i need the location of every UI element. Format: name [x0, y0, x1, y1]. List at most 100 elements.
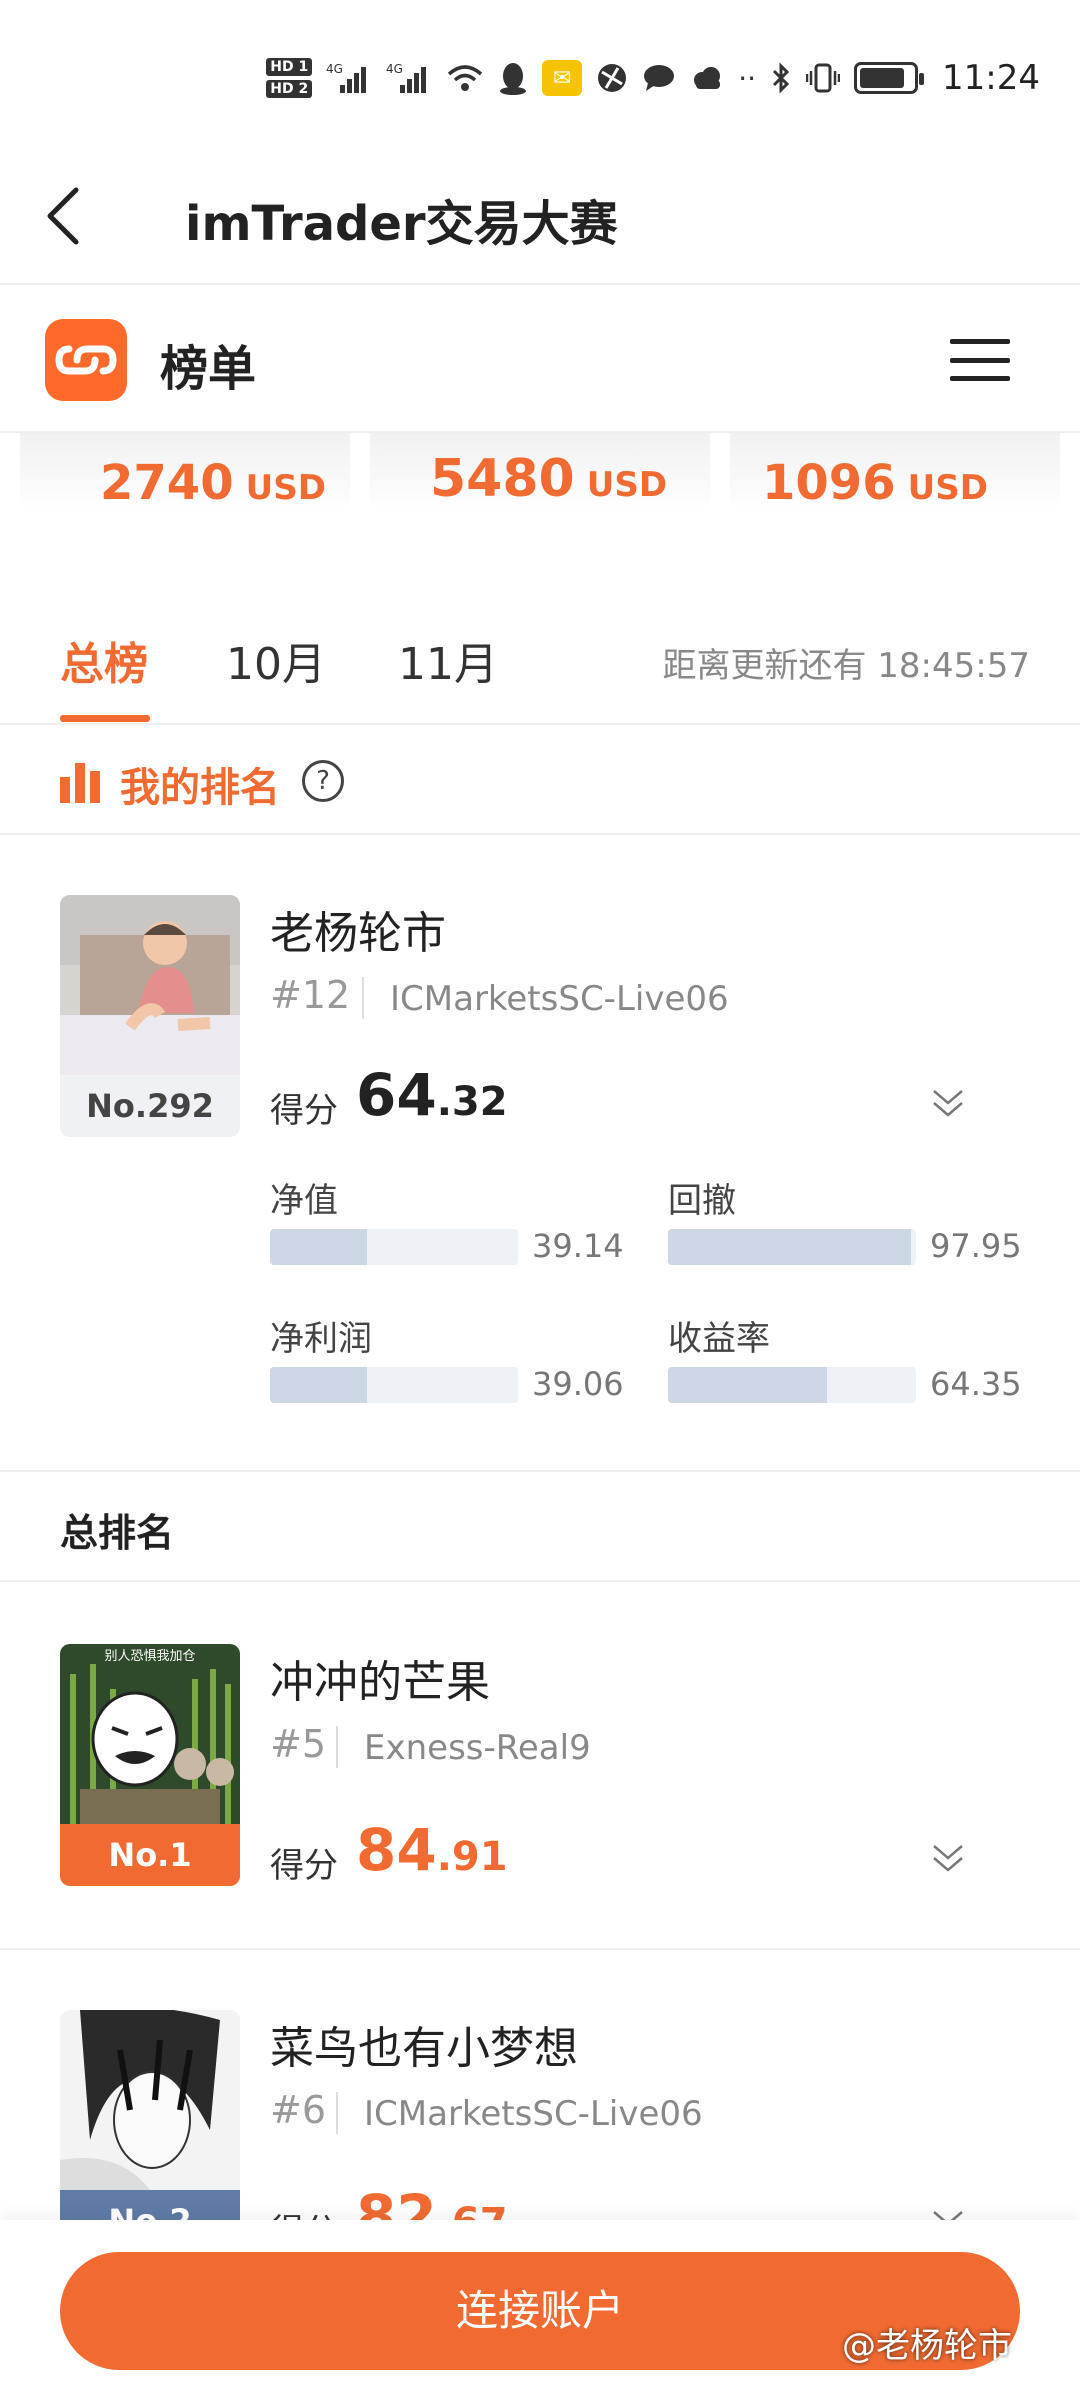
rank-badge: No.1	[60, 1824, 240, 1886]
tab-october[interactable]: 10月	[226, 628, 326, 692]
tab-overall[interactable]: 总榜	[60, 628, 148, 692]
metric-bar	[668, 1367, 916, 1403]
bluetooth-icon	[770, 58, 792, 98]
score-label: 得分	[270, 1846, 338, 1886]
anime-avatar-icon	[60, 2010, 240, 2190]
clock: 11:24	[942, 58, 1040, 98]
user-name: 老杨轮市	[270, 908, 446, 959]
title-bar: imTrader交易大赛	[0, 150, 1080, 285]
bar-chart-icon	[60, 763, 104, 803]
score-integer: 64	[356, 1061, 437, 1129]
server-name: ICMarketsSC-Live06	[364, 2094, 703, 2134]
screen: { "status_bar": { "time": "11:24", "hd1"…	[0, 0, 1080, 2400]
back-arrow-icon	[47, 187, 79, 245]
browser-icon	[596, 58, 628, 98]
metric-bar	[270, 1229, 518, 1265]
page-title: imTrader交易大赛	[185, 196, 618, 252]
server-name: ICMarketsSC-Live06	[390, 979, 729, 1019]
score-decimal: .91	[436, 1834, 508, 1880]
divider	[362, 977, 364, 1019]
metric-label: 回撤	[668, 1181, 736, 1221]
metric-label: 净利润	[270, 1319, 372, 1359]
more-dots-icon: ··	[738, 61, 757, 95]
overall-rank-header: 总排名	[0, 1472, 1080, 1582]
expand-chevron-icon[interactable]	[928, 1083, 968, 1123]
metric-value: 97.95	[930, 1227, 1022, 1265]
wifi-icon	[446, 58, 484, 98]
overall-rank-label: 总排名	[60, 1511, 175, 1555]
battery-icon	[854, 62, 925, 94]
metric-drawdown: 回撤 97.95	[668, 1173, 1058, 1273]
meme-avatar-icon: 别人恐惧我加仓	[60, 1644, 240, 1824]
user-rank-number: #12	[270, 973, 351, 1017]
avatar	[60, 2010, 240, 2190]
chat-icon	[642, 58, 676, 98]
divider	[336, 1726, 338, 1768]
prize-1: 2740 USD	[100, 455, 326, 545]
svg-text:4G: 4G	[386, 62, 403, 76]
watermark: @老杨轮市	[842, 2326, 1012, 2366]
hd2-label: HD 2	[266, 80, 313, 98]
user-rank-number: #6	[270, 2088, 327, 2132]
score-value: 84.91	[356, 1816, 508, 1884]
prize-currency: USD	[245, 468, 326, 508]
menu-button[interactable]	[950, 339, 1010, 381]
score-decimal: .32	[436, 1079, 508, 1125]
mail-icon: ✉	[542, 60, 583, 96]
my-rank-card[interactable]: No.292 老杨轮市 #12 ICMarketsSC-Live06 得分 64…	[0, 835, 1080, 1472]
tab-november[interactable]: 11月	[398, 628, 498, 692]
period-tabs: 总榜 10月 11月 距离更新还有 18:45:57	[0, 610, 1080, 725]
hd1-label: HD 1	[266, 58, 313, 76]
my-rank-label: 我的排名	[120, 765, 280, 811]
prize-amount: 2740	[100, 455, 234, 511]
avatar: 别人恐惧我加仓	[60, 1644, 240, 1824]
prize-amount: 5480	[430, 449, 575, 509]
help-icon[interactable]: ?	[302, 760, 344, 802]
rank-badge: No.292	[60, 1075, 240, 1137]
metric-bar	[270, 1367, 518, 1403]
score-label: 得分	[270, 1091, 338, 1131]
my-rank-header: 我的排名 ?	[0, 727, 1080, 835]
svg-text:4G: 4G	[326, 62, 343, 76]
metric-value: 64.35	[930, 1365, 1022, 1403]
cloud-icon	[690, 58, 724, 98]
user-name: 菜鸟也有小梦想	[270, 2023, 578, 2074]
user-name: 冲冲的芒果	[270, 1657, 490, 1708]
back-button[interactable]	[36, 176, 96, 256]
metric-net-profit: 净利润 39.06	[270, 1311, 660, 1411]
svg-text:别人恐惧我加仓: 别人恐惧我加仓	[104, 1648, 195, 1664]
metric-value: 39.14	[532, 1227, 624, 1265]
divider	[336, 2092, 338, 2134]
header-bar: 榜单	[0, 287, 1080, 433]
prize-amount: 1096	[762, 455, 896, 511]
list-item[interactable]: 别人恐惧我加仓 No.1 冲冲的芒果 #5 Exness-Real9 得分 84…	[0, 1582, 1080, 1950]
active-tab-indicator	[60, 715, 150, 722]
score-value: 64.32	[356, 1061, 508, 1129]
signal-icon-2: 4G	[386, 58, 432, 98]
prize-2: 5480 USD	[430, 449, 667, 539]
avatar	[60, 895, 240, 1075]
prize-currency: USD	[907, 468, 988, 508]
prize-strip: 2740 USD 5480 USD 1096 USD	[0, 433, 1080, 543]
baby-photo-icon	[60, 895, 240, 1075]
vibrate-icon	[806, 58, 841, 98]
qq-icon	[498, 58, 528, 98]
metric-label: 净值	[270, 1181, 338, 1221]
section-header-title: 榜单	[160, 341, 257, 397]
status-bar: HD 1 HD 2 4G 4G ✉ ·· 11:24	[0, 0, 1080, 150]
hd-icon: HD 1 HD 2	[266, 58, 313, 98]
user-rank-number: #5	[270, 1722, 327, 1766]
app-logo-icon	[45, 319, 127, 401]
metric-label: 收益率	[668, 1319, 770, 1359]
server-name: Exness-Real9	[364, 1728, 591, 1768]
metric-return-rate: 收益率 64.35	[668, 1311, 1058, 1411]
update-countdown: 距离更新还有 18:45:57	[662, 646, 1030, 686]
metric-value: 39.06	[532, 1365, 624, 1403]
metric-bar	[668, 1229, 916, 1265]
prize-3: 1096 USD	[762, 455, 988, 545]
score-integer: 84	[356, 1816, 437, 1884]
signal-icon: 4G	[326, 58, 372, 98]
metric-equity: 净值 39.14	[270, 1173, 660, 1273]
prize-currency: USD	[586, 465, 668, 505]
expand-chevron-icon[interactable]	[928, 1838, 968, 1878]
